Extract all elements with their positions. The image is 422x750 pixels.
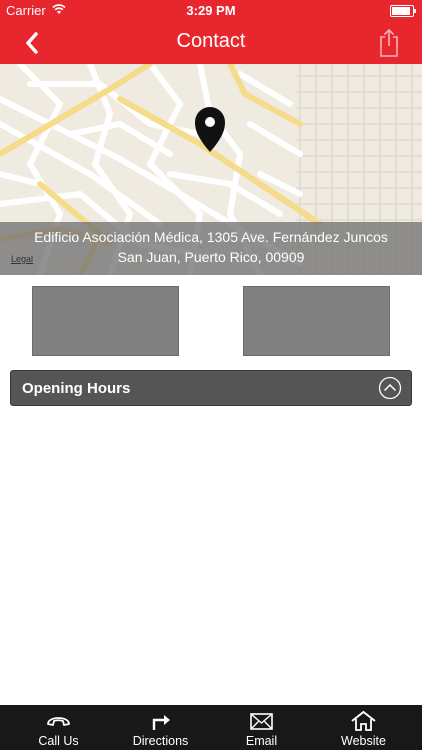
tab-call-us-label: Call Us — [38, 734, 79, 748]
address-overlay: Edificio Asociación Médica, 1305 Ave. Fe… — [0, 222, 422, 275]
address-line-1: Edificio Asociación Médica, 1305 Ave. Fe… — [34, 229, 388, 245]
envelope-icon — [250, 713, 273, 730]
legal-link[interactable]: Legal — [11, 254, 33, 264]
opening-hours-header[interactable]: Opening Hours — [10, 370, 412, 406]
tab-website[interactable]: Website — [311, 705, 416, 750]
chevron-up-circle-icon — [378, 376, 402, 400]
action-image-right[interactable] — [243, 286, 390, 356]
battery-icon — [390, 5, 416, 17]
tab-website-label: Website — [341, 734, 386, 748]
location-map[interactable]: Edificio Asociación Médica, 1305 Ave. Fe… — [0, 64, 422, 275]
bottom-tab-bar: Call Us Directions Email Website — [0, 705, 422, 750]
home-icon — [351, 710, 376, 731]
tab-email-label: Email — [245, 734, 278, 748]
tab-email[interactable]: Email — [209, 705, 314, 750]
navigation-bar: Contact — [0, 22, 422, 64]
tab-directions-label: Directions — [132, 734, 189, 748]
share-icon — [380, 28, 398, 57]
phone-icon — [47, 717, 70, 726]
status-bar: Carrier 3:29 PM — [0, 0, 422, 22]
turn-right-arrow-icon — [152, 715, 170, 730]
status-time: 3:29 PM — [186, 3, 236, 18]
opening-hours-label: Opening Hours — [22, 380, 131, 397]
tab-directions[interactable]: Directions — [108, 705, 213, 750]
address-line-2: San Juan, Puerto Rico, 00909 — [117, 249, 305, 265]
tab-call-us[interactable]: Call Us — [6, 705, 111, 750]
action-image-left[interactable] — [32, 286, 179, 356]
share-button[interactable] — [374, 27, 404, 59]
page-title: Contact — [176, 30, 246, 52]
